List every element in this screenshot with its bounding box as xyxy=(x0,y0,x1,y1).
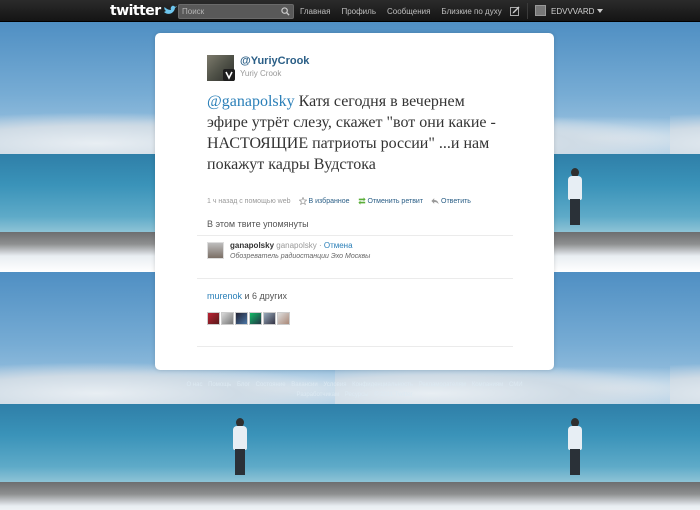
avatar[interactable] xyxy=(249,312,262,325)
tweet-timestamp[interactable]: 1 ч назад с помощью web xyxy=(207,198,291,205)
avatar[interactable] xyxy=(535,5,546,16)
author-real-name: Yuriy Crook xyxy=(240,69,282,78)
footer-copyright: © 2011 Twitter xyxy=(374,392,413,398)
person-figure xyxy=(567,168,583,226)
logo-text: twitter xyxy=(110,3,161,19)
retweeter-link[interactable]: murenok xyxy=(207,291,242,301)
footer-link-about[interactable]: О нас xyxy=(186,382,202,388)
footer-link-help[interactable]: Помощь xyxy=(208,382,231,388)
avatar[interactable] xyxy=(277,312,290,325)
nav-who-to-follow[interactable]: Близкие по духу xyxy=(441,7,501,16)
favorite-button[interactable]: В избранное xyxy=(298,197,350,205)
retweeters-count: и 6 других xyxy=(242,291,288,301)
reply-label: Ответить xyxy=(441,197,471,205)
divider xyxy=(197,235,513,236)
footer-link-developers[interactable]: Разработчикам xyxy=(297,392,340,398)
user-menu[interactable]: EDVVVARD xyxy=(551,0,604,22)
nav-profile[interactable]: Профиль xyxy=(341,7,376,16)
username-label: EDVVVARD xyxy=(551,6,595,16)
tweet-meta: 1 ч назад с помощью web В избранное Отме… xyxy=(207,197,471,205)
nav-home[interactable]: Главная xyxy=(300,7,330,16)
footer-link-jobs[interactable]: Вакансии xyxy=(291,382,317,388)
retweeted-by: murenok и 6 других xyxy=(207,291,287,301)
chevron-down-icon xyxy=(597,9,604,13)
person-figure xyxy=(232,418,248,476)
divider xyxy=(197,346,513,347)
search-icon[interactable] xyxy=(281,7,290,16)
tweet-card: @YuriyCrook Yuriy Crook @ganapolsky Катя… xyxy=(155,33,554,370)
avatar[interactable] xyxy=(263,312,276,325)
tweet-text: @ganapolsky Катя сегодня в вечернем эфир… xyxy=(207,91,507,175)
footer-link-blog[interactable]: Блог xyxy=(237,382,250,388)
retweet-icon xyxy=(357,197,366,205)
person-figure xyxy=(567,418,583,476)
author-screen-name[interactable]: @YuriyCrook xyxy=(240,55,309,67)
footer-link-status[interactable]: Состояние xyxy=(256,382,286,388)
unfollow-button[interactable]: Отмена xyxy=(324,241,353,250)
star-icon xyxy=(298,197,307,205)
top-navigation-bar: twitter Главная Профиль Сообщения Близки… xyxy=(0,0,700,22)
footer-link-advertisers[interactable]: Рекламодателям xyxy=(419,382,466,388)
retweet-label: Отменить ретвит xyxy=(367,197,424,205)
retweeter-avatars xyxy=(207,312,291,325)
main-nav: Главная Профиль Сообщения Близкие по дух… xyxy=(300,0,513,22)
twitter-logo[interactable]: twitter xyxy=(110,2,177,20)
footer-link-businesses[interactable]: Компаниям xyxy=(472,382,504,388)
separator-dot: · xyxy=(316,241,324,250)
divider xyxy=(197,278,513,279)
verified-badge-icon xyxy=(223,69,235,81)
search-input[interactable] xyxy=(182,5,277,18)
mentioned-users-heading: В этом твите упомянуты xyxy=(207,219,309,229)
mentioned-user-name[interactable]: ganapolsky xyxy=(230,241,274,250)
avatar[interactable] xyxy=(207,312,220,325)
avatar[interactable] xyxy=(207,242,224,259)
mention-link[interactable]: @ganapolsky xyxy=(207,93,295,110)
mentioned-user-bio: Обозреватель радиостанции Эхо Москвы xyxy=(230,253,371,260)
footer-link-media[interactable]: СМИ xyxy=(509,382,523,388)
background-tile xyxy=(670,272,700,510)
bird-icon xyxy=(163,5,177,14)
avatar[interactable] xyxy=(221,312,234,325)
footer-link-privacy[interactable]: Конфиденциальность xyxy=(352,382,413,388)
avatar[interactable] xyxy=(235,312,248,325)
undo-retweet-button[interactable]: Отменить ретвит xyxy=(357,197,424,205)
background-tile xyxy=(670,22,700,272)
nav-messages[interactable]: Сообщения xyxy=(387,7,430,16)
compose-icon[interactable] xyxy=(510,6,520,16)
reply-button[interactable]: Ответить xyxy=(431,197,471,205)
footer: О нас Помощь Блог Состояние Вакансии Усл… xyxy=(155,380,554,400)
divider xyxy=(527,3,528,19)
footer-link-terms[interactable]: Условия xyxy=(323,382,346,388)
footer-links-row: Разработчикам Ресурсы © 2011 Twitter xyxy=(155,390,554,400)
mentioned-user-handle[interactable]: ganapolsky xyxy=(276,241,316,250)
footer-link-resources[interactable]: Ресурсы xyxy=(345,392,369,398)
footer-links-row: О нас Помощь Блог Состояние Вакансии Усл… xyxy=(155,380,554,390)
search-box[interactable] xyxy=(178,4,294,19)
reply-icon xyxy=(431,198,439,205)
mentioned-user-item: ganapolsky ganapolsky · Отмена Обозреват… xyxy=(207,241,507,266)
mentioned-user-header: ganapolsky ganapolsky · Отмена xyxy=(230,241,353,250)
favorite-label: В избранное xyxy=(308,197,350,205)
